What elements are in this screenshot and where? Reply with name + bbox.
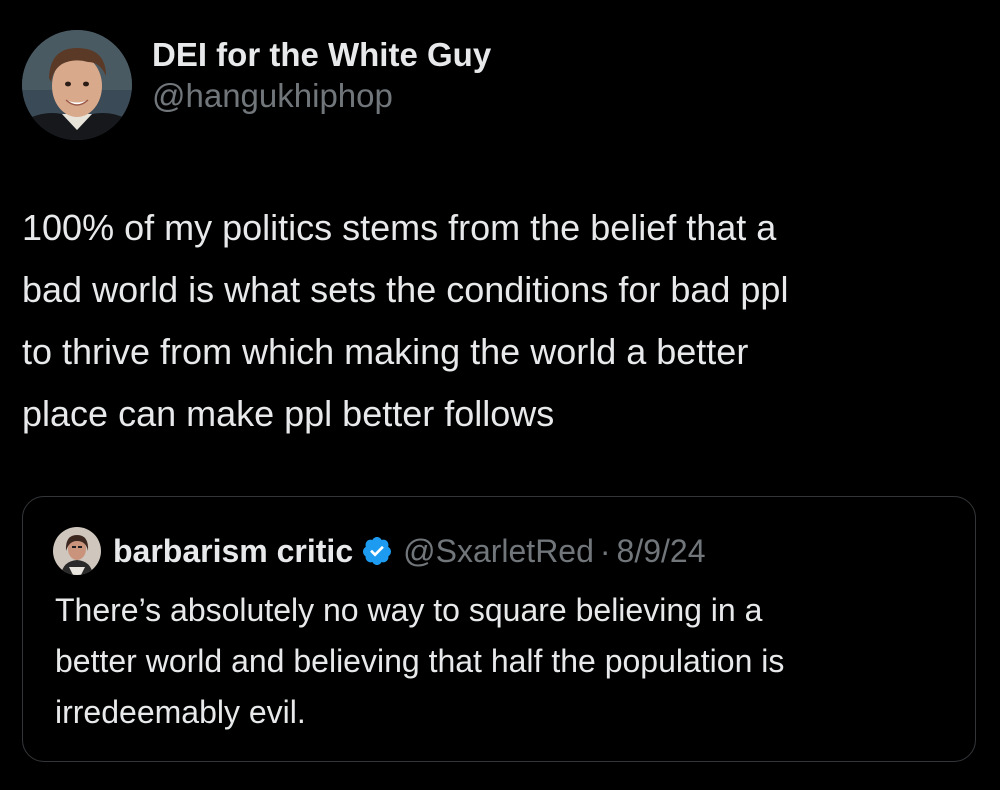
tweet-header: DEI for the White Guy @hangukhiphop bbox=[22, 30, 491, 140]
verified-badge-icon bbox=[361, 535, 393, 567]
quoted-tweet-text: There’s absolutely no way to square beli… bbox=[55, 592, 785, 730]
author-avatar[interactable] bbox=[22, 30, 132, 140]
author-handle[interactable]: @hangukhiphop bbox=[152, 75, 491, 117]
quoted-author-avatar bbox=[53, 527, 101, 575]
tweet-card: DEI for the White Guy @hangukhiphop 100%… bbox=[0, 0, 1000, 790]
quoted-tweet[interactable]: barbarism critic @SxarletRed · 8/9/24 Th… bbox=[22, 496, 976, 762]
quoted-author-handle[interactable]: @SxarletRed bbox=[403, 533, 594, 570]
author-names: DEI for the White Guy @hangukhiphop bbox=[152, 35, 491, 117]
quoted-tweet-header: barbarism critic @SxarletRed · 8/9/24 bbox=[53, 527, 706, 575]
tweet-text: 100% of my politics stems from the belie… bbox=[22, 207, 789, 434]
author-display-name[interactable]: DEI for the White Guy bbox=[152, 35, 491, 75]
separator-dot: · bbox=[599, 532, 611, 569]
quoted-author-display-name[interactable]: barbarism critic bbox=[113, 533, 353, 570]
quoted-tweet-date[interactable]: 8/9/24 bbox=[617, 533, 706, 570]
